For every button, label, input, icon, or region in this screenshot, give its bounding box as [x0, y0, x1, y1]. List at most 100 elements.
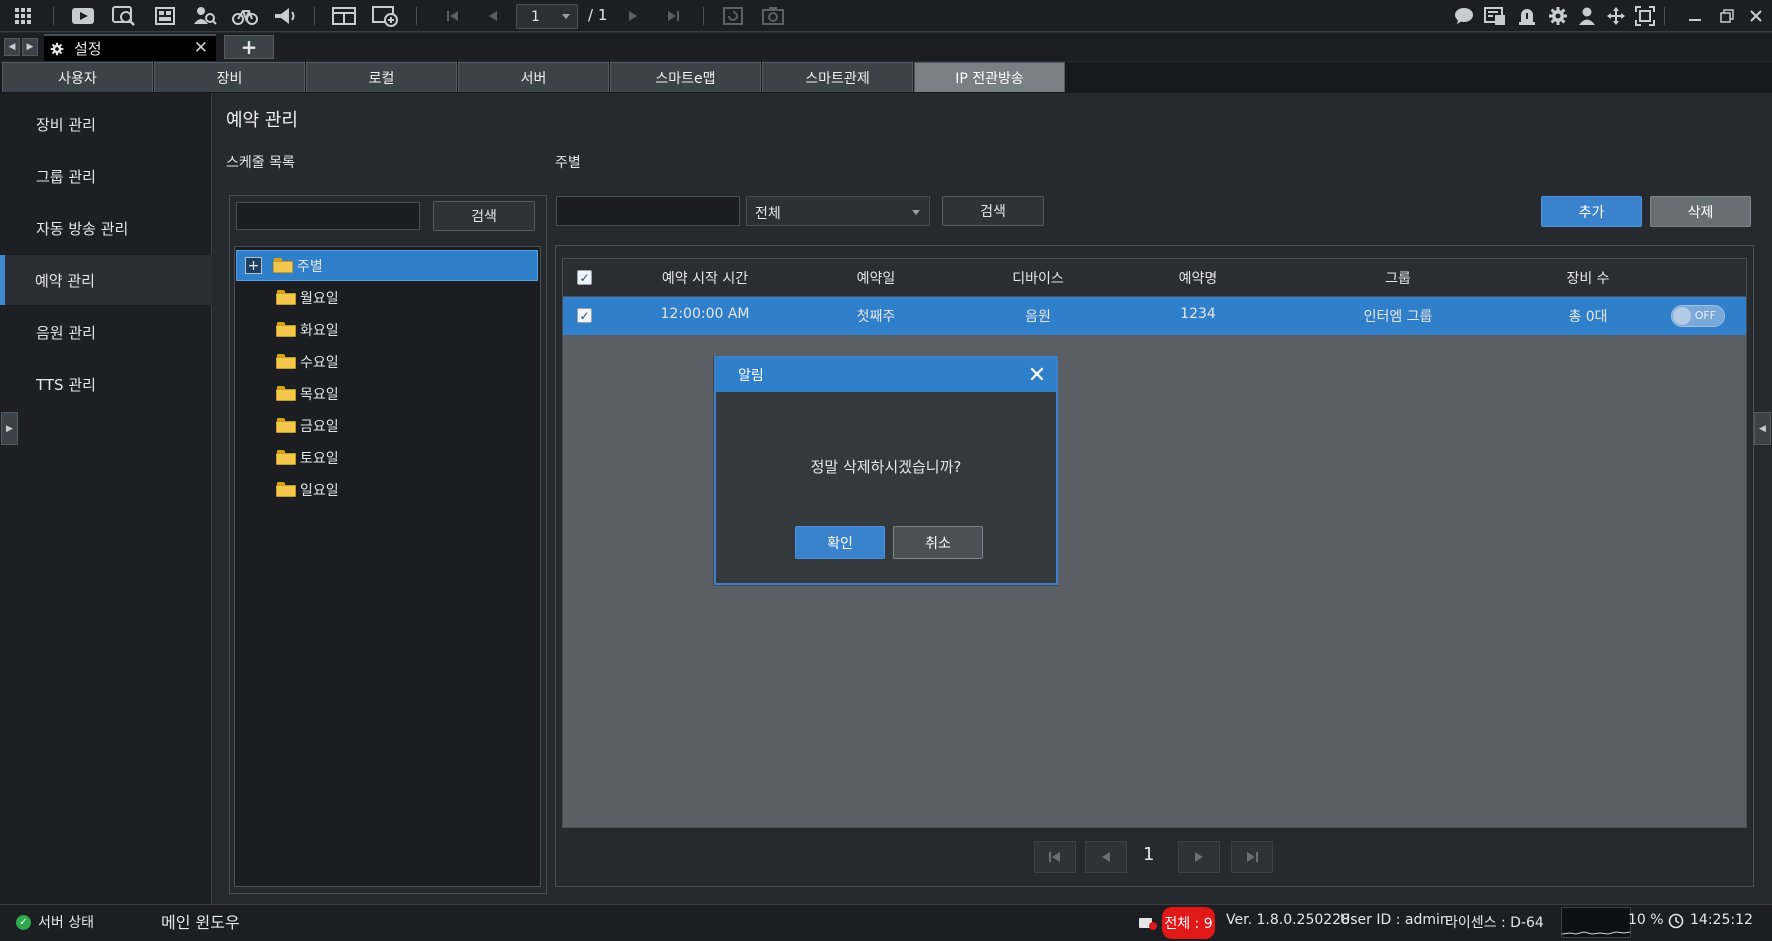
toggle-knob	[1673, 307, 1691, 325]
schedule-search-button[interactable]: 검색	[433, 201, 535, 231]
layout-icon[interactable]	[152, 3, 178, 29]
notification-icon[interactable]	[1482, 3, 1508, 29]
tree-item-monday[interactable]: 월요일	[236, 282, 538, 313]
next-page-icon[interactable]	[620, 3, 646, 29]
sidebar-item-device-management[interactable]: 장비 관리	[0, 99, 212, 149]
dialog-close-icon[interactable]: ✕	[1024, 362, 1050, 388]
sidebar-collapse-handle[interactable]: ▶	[1, 412, 18, 445]
folder-icon	[273, 258, 293, 273]
header-group[interactable]: 그룹	[1283, 268, 1513, 288]
toggle-label: OFF	[1694, 309, 1716, 322]
play-icon[interactable]	[70, 3, 96, 29]
header-device[interactable]: 디바이스	[953, 268, 1123, 288]
tab-smart-control[interactable]: 스마트관제	[762, 62, 913, 92]
top-toolbar: 1 / 1	[0, 0, 1772, 32]
restore-icon[interactable]	[1714, 3, 1740, 29]
add-screen-icon[interactable]	[372, 3, 398, 29]
alarm-icon[interactable]	[1514, 3, 1540, 29]
tree-item-label: 일요일	[300, 482, 339, 499]
tree-item-label: 수요일	[300, 354, 339, 371]
row-checkbox[interactable]: ✓	[577, 308, 592, 323]
license-text: 라이센스 : D-64	[1445, 915, 1544, 931]
sidebar-item-sound-source[interactable]: 음원 관리	[0, 307, 212, 357]
fullscreen-icon[interactable]	[1632, 3, 1658, 29]
search-video-icon[interactable]	[111, 3, 137, 29]
tab-scroll-left-icon[interactable]: ◀	[4, 38, 20, 56]
tree-item-saturday[interactable]: 토요일	[236, 442, 538, 473]
first-page-icon[interactable]	[440, 3, 466, 29]
new-tab-button[interactable]: +	[224, 35, 274, 59]
header-device-count[interactable]: 장비 수	[1503, 268, 1673, 288]
tab-ip-broadcast[interactable]: IP 전관방송	[914, 62, 1065, 92]
tree-item-label: 목요일	[300, 386, 339, 403]
gear-icon	[50, 42, 64, 55]
refresh-icon[interactable]	[720, 3, 746, 29]
broadcast-icon[interactable]	[272, 3, 298, 29]
tab-smart-emap[interactable]: 스마트e맵	[610, 62, 761, 92]
delete-button[interactable]: 삭제	[1650, 196, 1751, 227]
table-row[interactable]: ✓ 12:00:00 AM 첫째주 음원 1234 인터엠 그룹 총 0대	[563, 297, 1746, 335]
clock-icon	[1668, 913, 1684, 929]
bicycle-icon[interactable]	[232, 3, 258, 29]
sidebar-item-auto-broadcast[interactable]: 자동 방송 관리	[0, 203, 212, 253]
close-icon[interactable]	[1743, 3, 1769, 29]
tab-user[interactable]: 사용자	[2, 62, 153, 92]
alert-count-badge[interactable]: 전체 : 9	[1162, 907, 1215, 939]
tab-settings[interactable]: 설정 ✕	[44, 34, 216, 61]
cancel-button[interactable]: 취소	[893, 526, 983, 559]
header-reservation-day[interactable]: 예약일	[801, 268, 951, 288]
filter-select-value: 전체	[755, 206, 781, 222]
find-person-icon[interactable]	[192, 3, 218, 29]
camera-alert-icon[interactable]	[1138, 915, 1158, 930]
select-all-checkbox[interactable]: ✓	[577, 270, 592, 285]
filter-select[interactable]: 전체	[746, 196, 930, 226]
add-button[interactable]: 추가	[1541, 196, 1642, 227]
first-page-button[interactable]	[1034, 841, 1076, 873]
tree-item-tuesday[interactable]: 화요일	[236, 314, 538, 345]
cpu-graph	[1561, 907, 1631, 938]
tab-device[interactable]: 장비	[154, 62, 305, 92]
grid-icon[interactable]	[10, 3, 36, 29]
right-panel-handle[interactable]: ◀	[1754, 412, 1771, 445]
tab-scroll-right-icon[interactable]: ▶	[22, 38, 38, 56]
chat-icon[interactable]	[1451, 3, 1477, 29]
schedule-search-input[interactable]	[236, 202, 420, 230]
move-icon[interactable]	[1603, 3, 1629, 29]
sidebar-item-tts[interactable]: TTS 관리	[0, 359, 212, 409]
reservation-search-button[interactable]: 검색	[942, 196, 1044, 226]
tab-local[interactable]: 로컬	[306, 62, 457, 92]
reservation-search-input[interactable]	[556, 196, 740, 226]
main-window-label: 메인 윈도우	[161, 913, 240, 932]
user-icon[interactable]	[1574, 3, 1600, 29]
screen-layout-icon[interactable]	[331, 3, 357, 29]
prev-page-button[interactable]	[1085, 841, 1127, 873]
header-reservation-name[interactable]: 예약명	[1113, 268, 1283, 288]
next-page-button[interactable]	[1178, 841, 1220, 873]
prev-page-icon[interactable]	[480, 3, 506, 29]
last-page-button[interactable]	[1231, 841, 1273, 873]
settings-icon[interactable]	[1545, 3, 1571, 29]
expand-icon[interactable]: +	[245, 257, 262, 274]
tab-server[interactable]: 서버	[458, 62, 609, 92]
tree-item-label: 토요일	[300, 450, 339, 467]
cell-device: 음원	[1025, 309, 1051, 325]
clock-time: 14:25:12	[1690, 912, 1753, 928]
last-page-icon[interactable]	[660, 3, 686, 29]
tree-item-weekly[interactable]: + 주별	[236, 250, 538, 281]
enable-toggle[interactable]: OFF	[1671, 305, 1725, 327]
tree-item-friday[interactable]: 금요일	[236, 410, 538, 441]
server-status[interactable]: 서버 상태	[38, 912, 94, 932]
page-number-input[interactable]: 1	[516, 4, 578, 29]
sidebar-item-reservation[interactable]: 예약 관리	[0, 255, 212, 305]
tab-close-icon[interactable]: ✕	[194, 38, 208, 58]
tree-item-thursday[interactable]: 목요일	[236, 378, 538, 409]
tree-item-sunday[interactable]: 일요일	[236, 474, 538, 505]
minimize-icon[interactable]	[1682, 3, 1708, 29]
sidebar-item-group-management[interactable]: 그룹 관리	[0, 151, 212, 201]
confirm-button[interactable]: 확인	[795, 526, 885, 559]
camera-refresh-icon[interactable]	[760, 3, 786, 29]
grid-header: ✓ 예약 시작 시간 예약일 디바이스 예약명 그룹 장비 수	[563, 259, 1746, 297]
tree-item-wednesday[interactable]: 수요일	[236, 346, 538, 377]
user-id-text: User ID : admin	[1340, 912, 1449, 928]
header-start-time[interactable]: 예약 시작 시간	[605, 268, 805, 288]
